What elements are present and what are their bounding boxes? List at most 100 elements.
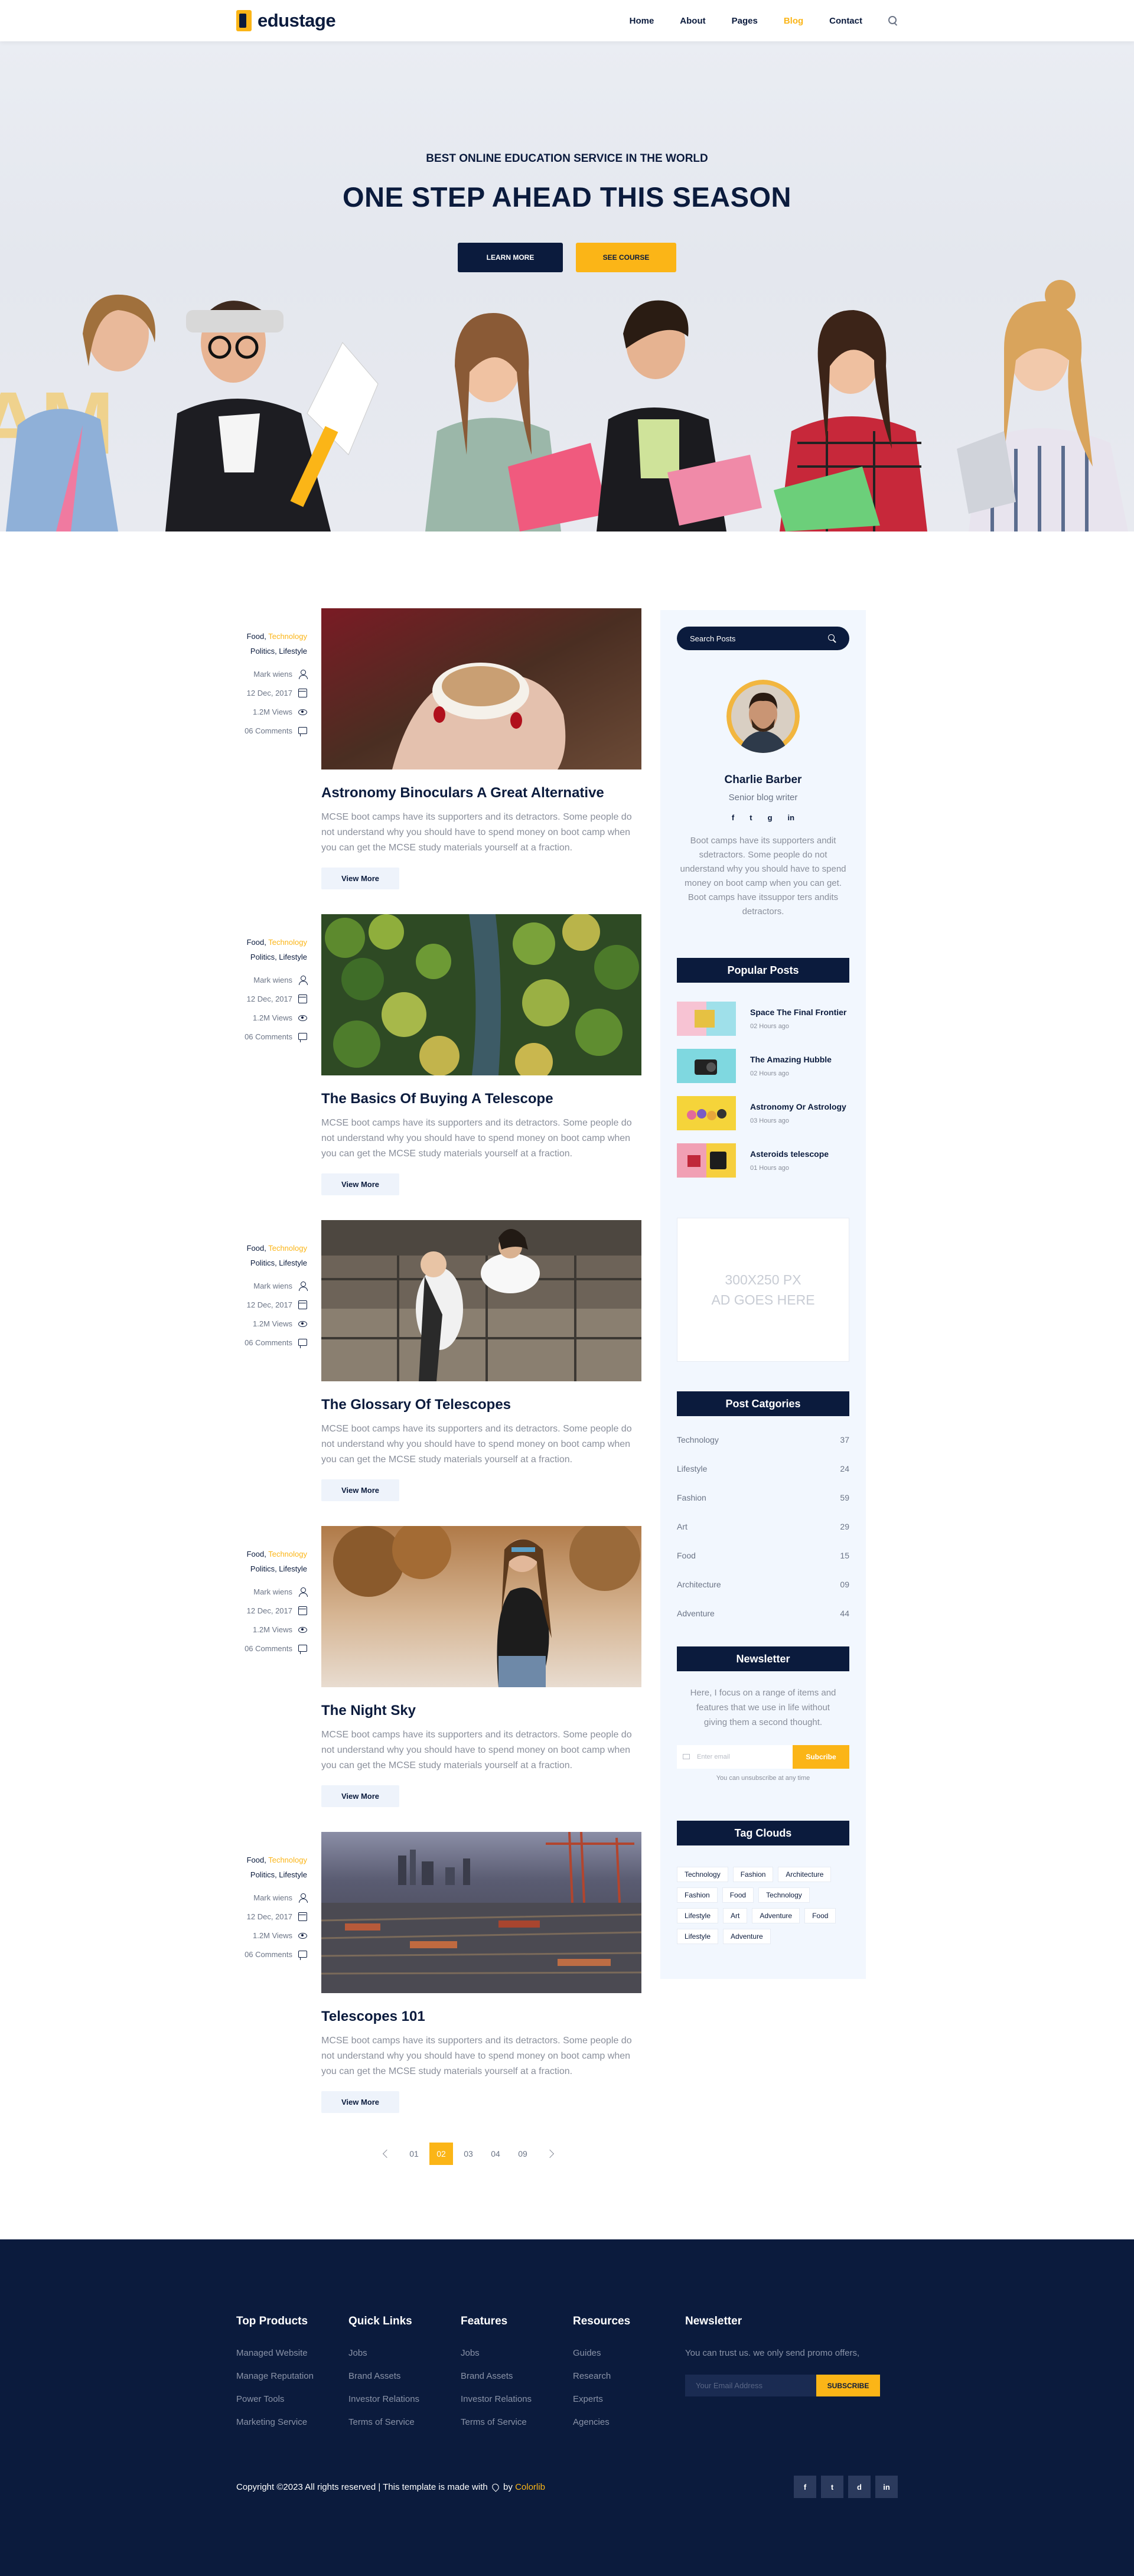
- subscribe-button[interactable]: Subcribe: [793, 1745, 849, 1769]
- post-author[interactable]: Mark wiens: [253, 1893, 292, 1902]
- category-item[interactable]: Food 15: [677, 1551, 849, 1565]
- tag-item[interactable]: Fashion: [732, 1867, 774, 1882]
- footer-link[interactable]: Jobs: [461, 2348, 573, 2358]
- tag-item[interactable]: Lifestyle: [677, 1929, 719, 1944]
- category-item[interactable]: Fashion 59: [677, 1493, 849, 1507]
- tag-item[interactable]: Technology: [758, 1887, 810, 1903]
- post-comments[interactable]: 06 Comments: [245, 1032, 292, 1041]
- site-logo[interactable]: edustage: [236, 10, 336, 31]
- post-comments[interactable]: 06 Comments: [245, 1338, 292, 1347]
- post-title[interactable]: Telescopes 101: [321, 2008, 641, 2025]
- facebook-icon[interactable]: f: [732, 813, 734, 822]
- sidebar-search-input[interactable]: Search Posts: [677, 627, 849, 650]
- footer-link[interactable]: Guides: [573, 2348, 685, 2358]
- tag-item[interactable]: Adventure: [752, 1908, 800, 1923]
- pagination-page-current[interactable]: 02: [429, 2143, 453, 2165]
- footer-link[interactable]: Investor Relations: [348, 2394, 461, 2404]
- post-title[interactable]: The Glossary Of Telescopes: [321, 1397, 641, 1413]
- post-author[interactable]: Mark wiens: [253, 670, 292, 679]
- post-title[interactable]: Astronomy Binoculars A Great Alternative: [321, 785, 641, 801]
- footer-subscribe-button[interactable]: SUBSCRIBE: [816, 2375, 880, 2396]
- twitter-icon[interactable]: t: [821, 2476, 843, 2498]
- pagination-next[interactable]: [538, 2143, 562, 2165]
- view-more-button[interactable]: View More: [321, 868, 399, 889]
- post-comments[interactable]: 06 Comments: [245, 1644, 292, 1653]
- nav-home[interactable]: Home: [630, 16, 654, 26]
- nav-pages[interactable]: Pages: [732, 16, 758, 26]
- dribbble-icon[interactable]: d: [848, 2476, 871, 2498]
- footer-link[interactable]: Managed Website: [236, 2348, 348, 2358]
- github-icon[interactable]: g: [768, 813, 773, 822]
- post-author[interactable]: Mark wiens: [253, 976, 292, 984]
- post-categories[interactable]: Food, Technology Politics, Lifestyle: [236, 1853, 307, 1882]
- pagination-page[interactable]: 01: [402, 2143, 426, 2165]
- footer-link[interactable]: Brand Assets: [461, 2371, 573, 2381]
- pagination-page[interactable]: 03: [457, 2143, 480, 2165]
- post-image[interactable]: [321, 1832, 641, 1993]
- footer-link[interactable]: Manage Reputation: [236, 2371, 348, 2381]
- post-image[interactable]: [321, 1526, 641, 1687]
- popular-post-item[interactable]: Space The Final Frontier 02 Hours ago: [677, 1002, 849, 1036]
- footer-link[interactable]: Terms of Service: [461, 2417, 573, 2427]
- footer-link[interactable]: Brand Assets: [348, 2371, 461, 2381]
- category-item[interactable]: Architecture 09: [677, 1580, 849, 1594]
- view-more-button[interactable]: View More: [321, 1785, 399, 1807]
- footer-link[interactable]: Investor Relations: [461, 2394, 573, 2404]
- post-comments[interactable]: 06 Comments: [245, 726, 292, 735]
- tag-item[interactable]: Technology: [677, 1867, 728, 1882]
- popular-post-item[interactable]: The Amazing Hubble 02 Hours ago: [677, 1049, 849, 1083]
- footer-link[interactable]: Experts: [573, 2394, 685, 2404]
- linkedin-icon[interactable]: in: [875, 2476, 898, 2498]
- category-item[interactable]: Adventure 44: [677, 1609, 849, 1623]
- category-item[interactable]: Art 29: [677, 1522, 849, 1536]
- popular-post-item[interactable]: Asteroids telescope 01 Hours ago: [677, 1143, 849, 1178]
- view-more-button[interactable]: View More: [321, 2091, 399, 2113]
- colorlib-link[interactable]: Colorlib: [515, 2482, 545, 2492]
- tag-item[interactable]: Food: [804, 1908, 836, 1923]
- post-categories[interactable]: Food, Technology Politics, Lifestyle: [236, 1547, 307, 1576]
- footer-link[interactable]: Research: [573, 2371, 685, 2381]
- search-icon[interactable]: [828, 634, 836, 643]
- post-title[interactable]: The Night Sky: [321, 1703, 641, 1719]
- category-item[interactable]: Lifestyle 24: [677, 1464, 849, 1478]
- see-course-button[interactable]: SEE COURSE: [576, 243, 676, 272]
- view-more-button[interactable]: View More: [321, 1479, 399, 1501]
- post-image[interactable]: [321, 1220, 641, 1381]
- tag-item[interactable]: Lifestyle: [677, 1908, 719, 1923]
- pagination-prev[interactable]: [375, 2143, 399, 2165]
- footer-link[interactable]: Terms of Service: [348, 2417, 461, 2427]
- popular-post-item[interactable]: Astronomy Or Astrology 03 Hours ago: [677, 1096, 849, 1130]
- post-categories[interactable]: Food, Technology Politics, Lifestyle: [236, 629, 307, 658]
- post-title[interactable]: The Basics Of Buying A Telescope: [321, 1091, 641, 1107]
- post-categories[interactable]: Food, Technology Politics, Lifestyle: [236, 935, 307, 964]
- footer-link[interactable]: Power Tools: [236, 2394, 348, 2404]
- linkedin-icon[interactable]: in: [788, 813, 795, 822]
- ad-placeholder[interactable]: 300X250 PX AD GOES HERE: [677, 1218, 849, 1362]
- post-author[interactable]: Mark wiens: [253, 1282, 292, 1290]
- category-item[interactable]: Technology 37: [677, 1435, 849, 1449]
- tag-item[interactable]: Fashion: [677, 1887, 718, 1903]
- nav-contact[interactable]: Contact: [829, 16, 862, 26]
- pagination-page[interactable]: 09: [511, 2143, 535, 2165]
- post-comments[interactable]: 06 Comments: [245, 1950, 292, 1959]
- nav-about[interactable]: About: [680, 16, 705, 26]
- tag-item[interactable]: Adventure: [723, 1929, 771, 1944]
- post-author[interactable]: Mark wiens: [253, 1587, 292, 1596]
- tag-item[interactable]: Architecture: [778, 1867, 832, 1882]
- footer-link[interactable]: Marketing Service: [236, 2417, 348, 2427]
- facebook-icon[interactable]: f: [794, 2476, 816, 2498]
- footer-link[interactable]: Jobs: [348, 2348, 461, 2358]
- post-categories[interactable]: Food, Technology Politics, Lifestyle: [236, 1241, 307, 1270]
- post-image[interactable]: [321, 608, 641, 769]
- tag-item[interactable]: Food: [722, 1887, 754, 1903]
- post-image[interactable]: [321, 914, 641, 1075]
- learn-more-button[interactable]: LEARN MORE: [458, 243, 563, 272]
- newsletter-email-input[interactable]: Enter email: [677, 1745, 793, 1769]
- view-more-button[interactable]: View More: [321, 1173, 399, 1195]
- pagination-page[interactable]: 04: [484, 2143, 507, 2165]
- footer-email-input[interactable]: Your Email Address: [685, 2375, 816, 2396]
- tag-item[interactable]: Art: [723, 1908, 748, 1923]
- footer-link[interactable]: Agencies: [573, 2417, 685, 2427]
- nav-blog[interactable]: Blog: [784, 16, 803, 26]
- search-icon[interactable]: [888, 16, 898, 25]
